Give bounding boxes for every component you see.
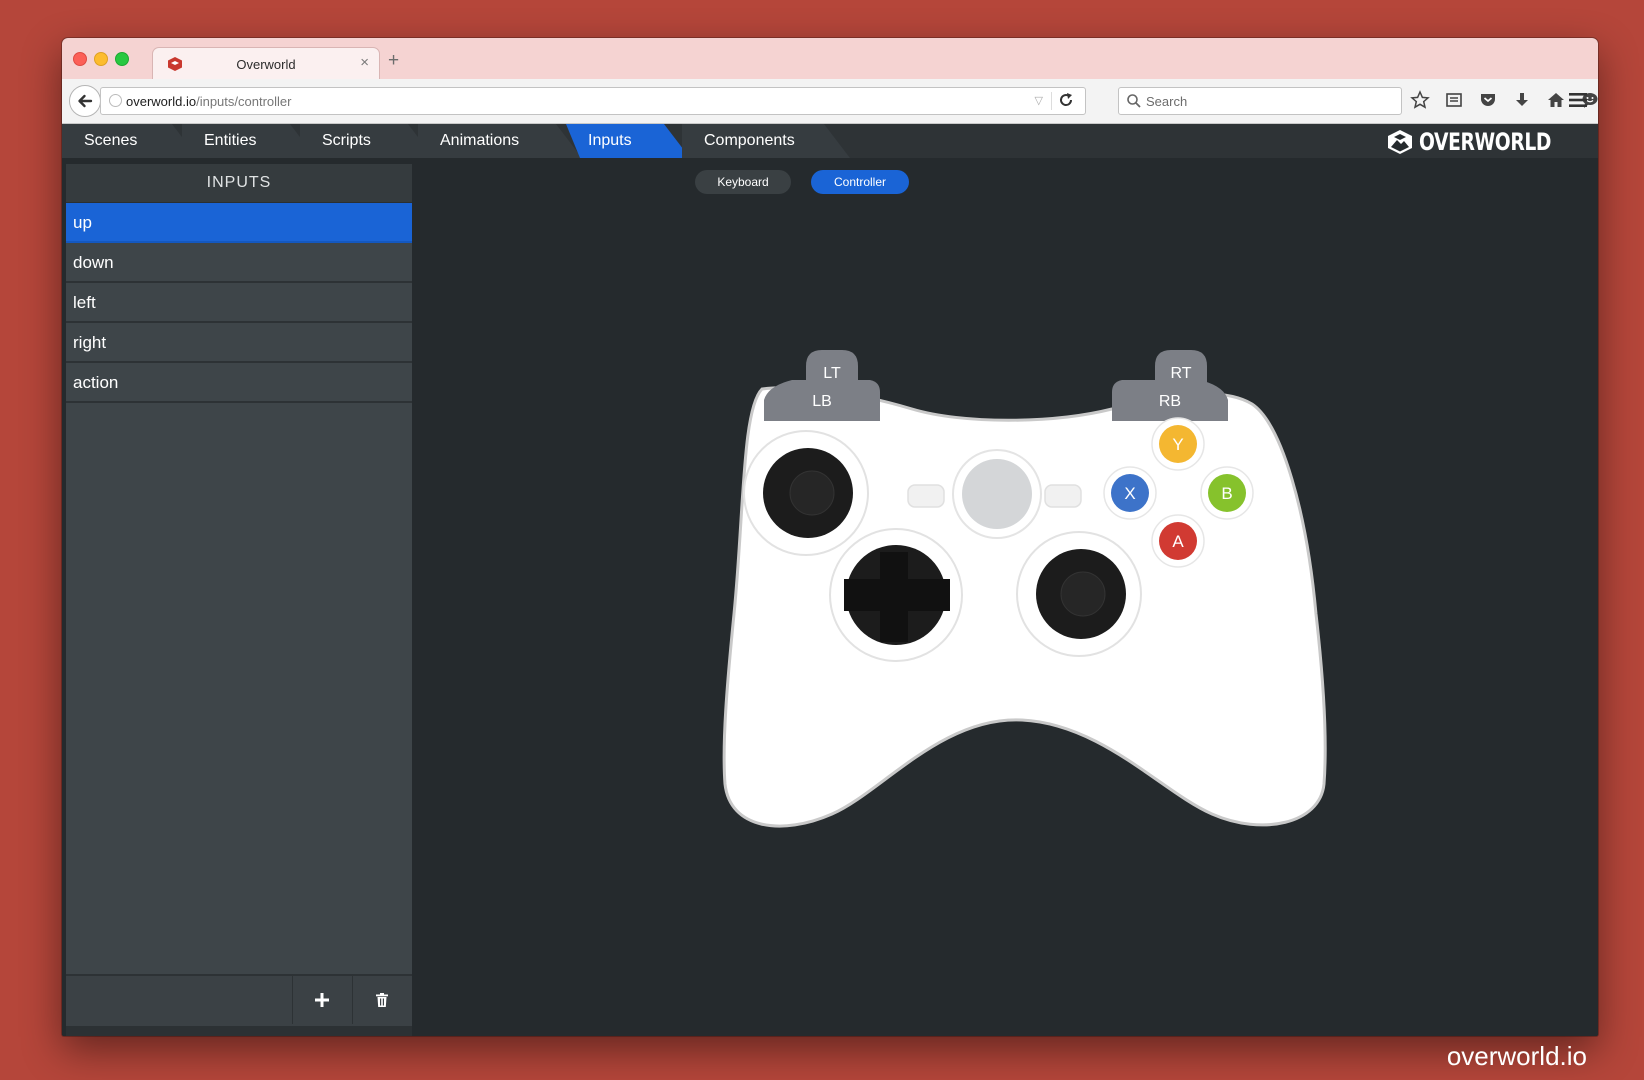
app-content: Scenes Entities Scripts Animations Input… <box>62 124 1598 1036</box>
site-identity-icon[interactable] <box>109 94 122 107</box>
rb-label: RB <box>1159 393 1181 410</box>
y-label: Y <box>1172 435 1183 454</box>
y-button[interactable]: Y <box>1151 417 1205 471</box>
reading-list-icon[interactable] <box>1442 88 1466 112</box>
url-host: overworld.io <box>126 94 197 109</box>
browser-tab[interactable]: Overworld × <box>152 47 380 80</box>
maximize-window-button[interactable] <box>115 52 129 66</box>
url-path: /inputs/controller <box>196 94 292 109</box>
a-button[interactable]: A <box>1151 514 1205 568</box>
url-bar[interactable]: overworld.io/inputs/controller ▽ <box>100 87 1086 115</box>
x-label: X <box>1124 484 1135 503</box>
url-text[interactable]: overworld.io/inputs/controller <box>126 94 291 109</box>
browser-window: Overworld × + overworld.io/inputs/contro… <box>62 38 1598 1036</box>
home-icon[interactable] <box>1544 88 1568 112</box>
history-dropdown-icon[interactable]: ▽ <box>1035 94 1043 107</box>
rb-bumper[interactable]: RB <box>1112 380 1228 421</box>
start-button[interactable] <box>1044 484 1082 508</box>
search-bar[interactable]: Search <box>1118 87 1402 115</box>
lb-label: LB <box>812 393 832 410</box>
download-icon[interactable] <box>1510 88 1534 112</box>
browser-tab-title: Overworld <box>236 57 296 72</box>
search-placeholder: Search <box>1146 94 1188 109</box>
url-separator <box>1051 92 1052 110</box>
minimize-window-button[interactable] <box>94 52 108 66</box>
guide-button[interactable] <box>952 449 1042 539</box>
right-stick[interactable] <box>1016 531 1142 657</box>
browser-navbar: overworld.io/inputs/controller ▽ Search <box>62 79 1598 124</box>
tab-close-icon[interactable]: × <box>360 54 369 71</box>
new-tab-icon[interactable]: + <box>388 51 399 70</box>
reload-icon[interactable] <box>1057 91 1075 109</box>
controller-diagram: LT RT LB RB Y X B A <box>722 350 1327 828</box>
b-label: B <box>1221 484 1232 503</box>
bookmark-star-icon[interactable] <box>1408 88 1432 112</box>
lt-label: LT <box>823 365 841 382</box>
back-arrow-icon <box>78 94 93 108</box>
pocket-icon[interactable] <box>1476 88 1500 112</box>
lb-bumper[interactable]: LB <box>764 380 880 421</box>
back-button-controller[interactable] <box>907 484 945 508</box>
hamburger-menu-icon[interactable] <box>1566 88 1590 112</box>
d-pad[interactable] <box>829 528 963 662</box>
watermark-text: overworld.io <box>1446 1041 1587 1071</box>
b-button[interactable]: B <box>1200 466 1254 520</box>
rt-label: RT <box>1170 365 1191 382</box>
search-icon <box>1127 94 1141 108</box>
close-window-button[interactable] <box>73 52 87 66</box>
left-stick[interactable] <box>743 430 869 556</box>
x-button[interactable]: X <box>1103 466 1157 520</box>
browser-tabstrip: Overworld × + <box>62 38 1598 80</box>
a-label: A <box>1172 532 1184 551</box>
back-button[interactable] <box>69 85 101 117</box>
